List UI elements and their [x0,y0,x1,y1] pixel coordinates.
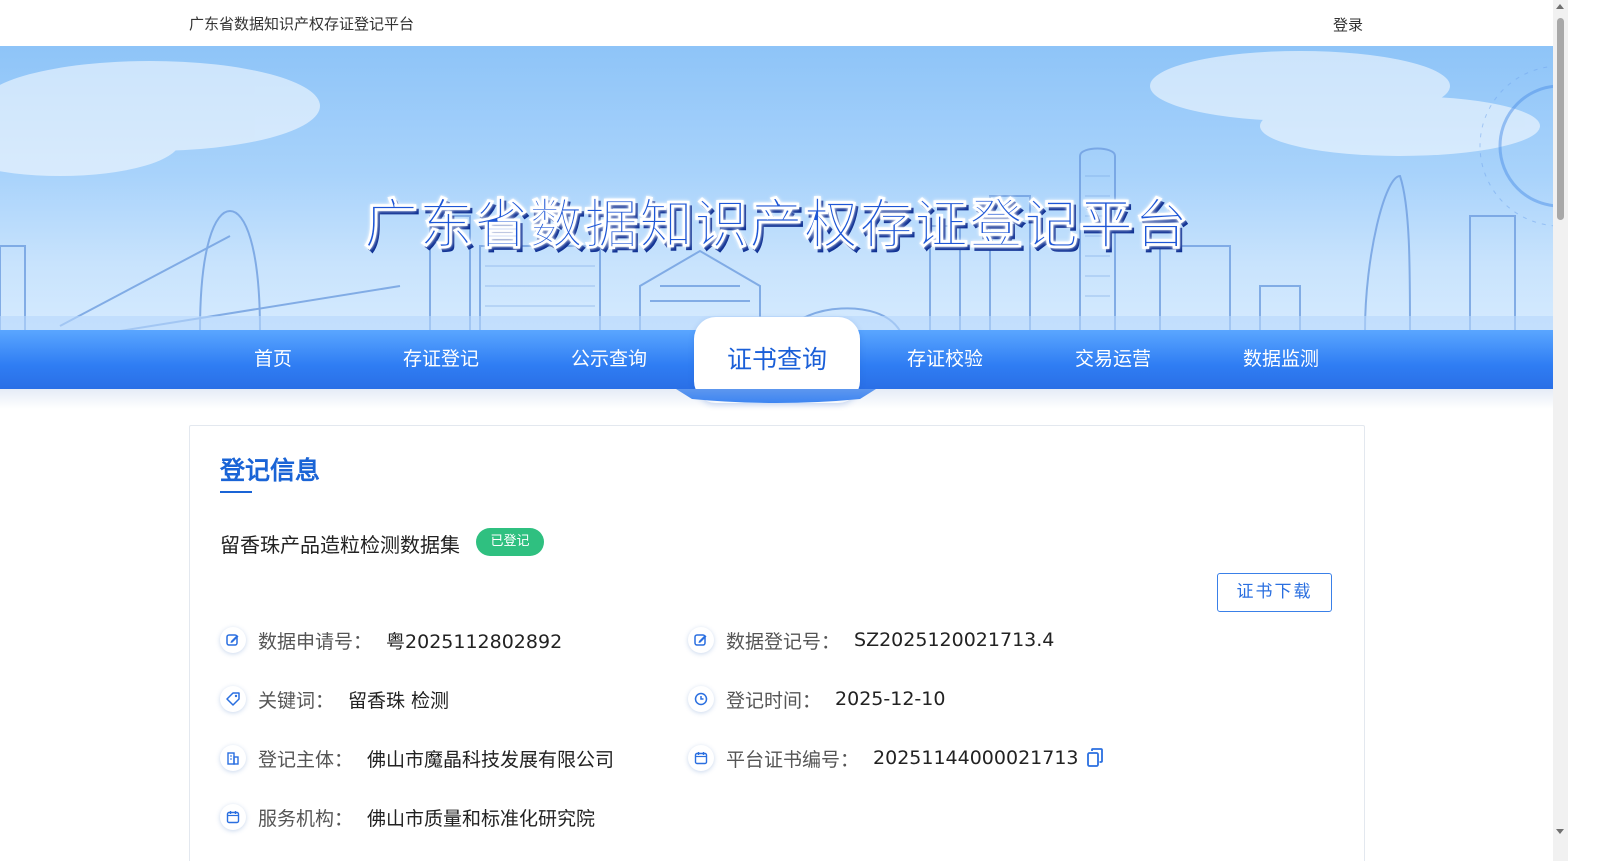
tag-icon [220,686,246,712]
main-nav: 首页 存证登记 公示查询 证书查询 存证校验 交易运营 数据监测 [0,317,1553,403]
application-no-label: 数据申请号： [258,630,373,653]
edit-icon [220,627,246,653]
edit-icon [688,627,714,653]
nav-shadow [0,389,1553,409]
service-agency-label: 服务机构： [258,807,354,830]
nav-trading-operations[interactable]: 交易运营 [1029,330,1197,389]
field-service-agency: 服务机构： 佛山市质量和标准化研究院 [220,800,595,834]
field-certificate-no: 平台证书编号： 20251144000021713 [688,741,1103,775]
scrollbar-thumb[interactable] [1557,18,1564,220]
certificate-download-button[interactable]: 证书下载 [1217,573,1332,612]
registration-no-label: 数据登记号： [726,630,841,653]
top-bar: 广东省数据知识产权存证登记平台 登录 [0,0,1553,46]
nav-home[interactable]: 首页 [189,330,357,389]
field-registration-time: 登记时间： 2025-12-10 [688,682,945,716]
scroll-up-arrow[interactable] [1556,4,1564,9]
site-name: 广东省数据知识产权存证登记平台 [189,15,415,33]
login-link[interactable]: 登录 [1333,14,1363,35]
nav-public-query[interactable]: 公示查询 [525,330,693,389]
keywords-value: 留香珠 检测 [348,689,450,712]
field-application-no: 数据申请号： 粤2025112802892 [220,623,562,657]
section-title-underline [220,491,252,493]
registration-time-value: 2025-12-10 [835,688,946,710]
hero-title: 广东省数据知识产权存证登记平台 [364,193,1189,257]
clock-icon [688,686,714,712]
dataset-name: 留香珠产品造粒检测数据集 [220,533,460,557]
service-agency-value: 佛山市质量和标准化研究院 [367,807,596,830]
calendar-icon [688,745,714,771]
registration-no-value: SZ2025120021713.4 [854,629,1055,651]
page-scrollbar[interactable] [1553,0,1568,861]
status-badge: 已登记 [476,528,544,556]
hero-banner: 广东省数据知识产权存证登记平台 [0,46,1553,336]
registrant-label: 登记主体： [258,748,354,771]
nav-data-monitoring[interactable]: 数据监测 [1197,330,1365,389]
copy-icon[interactable] [1086,748,1103,768]
certificate-no-label: 平台证书编号： [726,748,860,771]
application-no-value: 粤2025112802892 [386,630,563,653]
field-keywords: 关键词： 留香珠 检测 [220,682,449,716]
scroll-down-arrow[interactable] [1556,829,1564,834]
section-title: 登记信息 [220,456,321,485]
field-registrant: 登记主体： 佛山市魔晶科技发展有限公司 [220,741,614,775]
calendar-icon [220,804,246,830]
registration-info-card: 登记信息 留香珠产品造粒检测数据集 已登记 证书下载 数据申请号： 粤20251… [189,425,1365,861]
nav-deposit-registration[interactable]: 存证登记 [357,330,525,389]
field-registration-no: 数据登记号： SZ2025120021713.4 [688,623,1054,657]
certificate-no-value: 20251144000021713 [873,747,1079,769]
registration-time-label: 登记时间： [726,689,822,712]
building-icon [220,745,246,771]
nav-deposit-verification[interactable]: 存证校验 [861,330,1029,389]
registrant-value: 佛山市魔晶科技发展有限公司 [367,748,615,771]
keywords-label: 关键词： [258,689,335,712]
